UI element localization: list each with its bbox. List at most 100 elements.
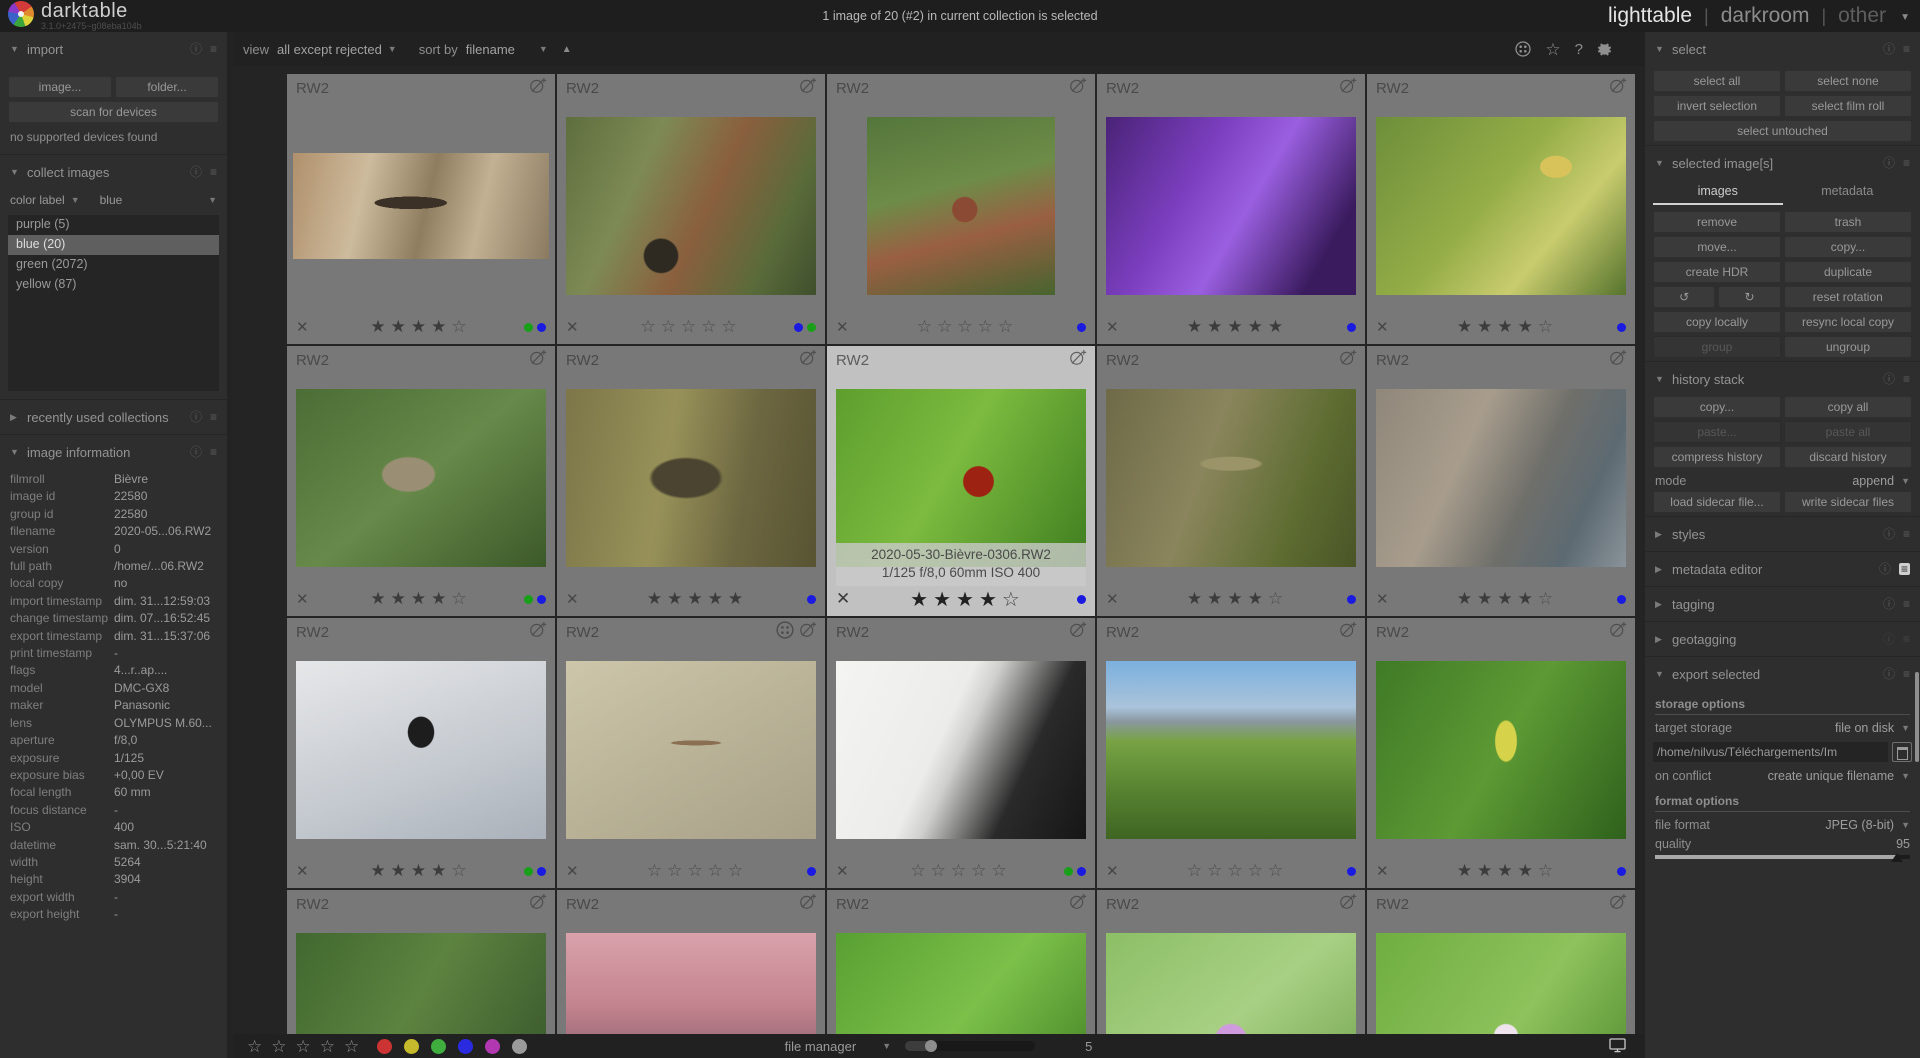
star-icon[interactable]: ☆ [661, 317, 681, 336]
reset-icon[interactable]: ⓘ [190, 43, 202, 55]
photo-thumbnail-bird-over-cliff[interactable] [293, 153, 549, 259]
photo-thumbnail-butterfly-shrub[interactable] [1376, 117, 1626, 295]
star-rating[interactable]: ☆☆☆☆☆ [858, 861, 1064, 881]
star-rating[interactable]: ★★★★☆ [1398, 317, 1617, 337]
create-hdr-button[interactable]: create HDR [1653, 261, 1781, 283]
presets-icon[interactable]: ≡ [210, 446, 217, 458]
star-icon[interactable]: ☆ [721, 317, 741, 336]
group-indicator-icon[interactable] [776, 621, 794, 644]
star-icon[interactable]: ★ [1497, 317, 1517, 336]
reject-icon[interactable]: ✕ [836, 589, 858, 609]
altered-indicator-icon[interactable] [1068, 892, 1087, 916]
color-label-button[interactable] [404, 1039, 419, 1054]
chevron-down-icon[interactable]: ▼ [71, 195, 80, 205]
star-icon[interactable]: ★ [708, 589, 728, 608]
star-icon[interactable]: ☆ [708, 861, 728, 880]
star-icon[interactable]: ☆ [917, 317, 937, 336]
reset-icon[interactable]: ⓘ [190, 446, 202, 458]
color-label-button[interactable] [377, 1039, 392, 1054]
history-stack-section-header[interactable]: ▼ history stack ⓘ ≡ [1645, 364, 1920, 394]
reject-icon[interactable]: ✕ [566, 862, 588, 880]
star-icon[interactable]: ★ [370, 589, 390, 608]
photo-thumbnail-garden-sculptures[interactable] [566, 117, 816, 295]
reject-icon[interactable]: ✕ [296, 590, 318, 608]
star-icon[interactable]: ★ [1207, 589, 1227, 608]
reject-icon[interactable]: ✕ [836, 318, 858, 336]
presets-icon[interactable]: ≡ [1903, 668, 1910, 680]
thumbnail-cell[interactable]: RW2✕★★★★☆ [287, 346, 555, 616]
reject-icon[interactable]: ✕ [296, 862, 318, 880]
altered-indicator-icon[interactable] [798, 76, 817, 100]
star-icon[interactable]: ☆ [681, 317, 701, 336]
thumbnail-cell[interactable]: RW2✕☆☆☆☆☆ [287, 890, 555, 1034]
presets-icon[interactable]: ≡ [1903, 528, 1910, 540]
tab-images[interactable]: images [1653, 180, 1783, 205]
preferences-gear-icon[interactable] [1597, 42, 1612, 57]
altered-indicator-icon[interactable] [798, 620, 817, 644]
zoom-slider-knob[interactable] [925, 1040, 937, 1052]
altered-indicator-icon[interactable] [798, 892, 817, 916]
reset-icon[interactable]: ⓘ [190, 166, 202, 178]
presets-icon[interactable]: ≡ [210, 43, 217, 55]
filter-star-icon[interactable]: ☆ [320, 1038, 335, 1055]
selected-images-section-header[interactable]: ▼ selected image[s] ⓘ ≡ [1645, 148, 1920, 178]
select-section-header[interactable]: ▼ select ⓘ ≡ [1645, 34, 1920, 64]
star-icon[interactable]: ☆ [931, 861, 951, 880]
sort-field-dropdown[interactable]: filename ▼ [466, 42, 548, 57]
star-icon[interactable]: ★ [647, 589, 667, 608]
photo-thumbnail-duck-on-water[interactable] [566, 389, 816, 567]
photo-thumbnail-butterfly-on-green[interactable] [836, 933, 1086, 1034]
star-rating[interactable]: ☆☆☆☆☆ [858, 317, 1077, 337]
reject-icon[interactable]: ✕ [296, 318, 318, 336]
collect-list-item[interactable]: purple (5) [8, 215, 219, 235]
star-icon[interactable]: ☆ [951, 861, 971, 880]
sort-direction-icon[interactable]: ▲ [562, 44, 572, 55]
altered-indicator-icon[interactable] [1338, 348, 1357, 372]
star-icon[interactable]: ☆ [1268, 589, 1288, 608]
reject-icon[interactable]: ✕ [566, 318, 588, 336]
history-copy-button[interactable]: copy... [1653, 396, 1781, 418]
star-icon[interactable]: ★ [1248, 317, 1268, 336]
reject-icon[interactable]: ✕ [1106, 590, 1128, 608]
photo-thumbnail-stone-house-aerial[interactable] [296, 389, 546, 567]
color-label-button[interactable] [458, 1039, 473, 1054]
altered-indicator-icon[interactable] [1608, 892, 1627, 916]
star-icon[interactable]: ☆ [701, 317, 721, 336]
star-icon[interactable]: ★ [956, 589, 979, 611]
reset-icon[interactable]: ⓘ [1883, 43, 1895, 55]
altered-indicator-icon[interactable] [1068, 620, 1087, 644]
star-icon[interactable]: ★ [391, 317, 411, 336]
export-selected-section-header[interactable]: ▼ export selected ⓘ ≡ [1645, 659, 1920, 689]
star-icon[interactable]: ★ [431, 317, 451, 336]
filter-star-icon[interactable]: ☆ [247, 1038, 262, 1055]
invert-selection-button[interactable]: invert selection [1653, 95, 1781, 117]
star-icon[interactable]: ★ [1497, 589, 1517, 608]
reject-icon[interactable]: ✕ [1376, 318, 1398, 336]
presets-icon[interactable]: ≡ [1903, 157, 1910, 169]
export-path-input[interactable]: /home/nilvus/Téléchargements/Im [1653, 742, 1888, 762]
collect-list-item[interactable]: green (2072) [8, 255, 219, 275]
metadata-editor-section-header[interactable]: ▶ metadata editor ⓘ ≡ [1645, 554, 1920, 584]
history-paste-button[interactable]: paste... [1653, 421, 1781, 443]
reset-icon[interactable]: ⓘ [1879, 563, 1891, 575]
quality-slider-knob[interactable] [1891, 853, 1903, 862]
star-icon[interactable]: ★ [667, 589, 687, 608]
remove-button[interactable]: remove [1653, 211, 1781, 233]
star-icon[interactable]: ☆ [1538, 861, 1558, 880]
discard-history-button[interactable]: discard history [1784, 446, 1912, 468]
star-icon[interactable]: ☆ [687, 861, 707, 880]
view-filter-dropdown[interactable]: all except rejected ▼ [277, 42, 397, 57]
rotate-ccw-button[interactable]: ↺ [1653, 286, 1715, 308]
star-icon[interactable]: ★ [431, 861, 451, 880]
star-icon[interactable]: ★ [391, 589, 411, 608]
history-paste-all-button[interactable]: paste all [1784, 421, 1912, 443]
altered-indicator-icon[interactable] [798, 348, 817, 372]
rotate-cw-button[interactable]: ↻ [1718, 286, 1780, 308]
photo-thumbnail-white-blossoms[interactable] [1376, 933, 1626, 1034]
mode-other[interactable]: other [1838, 4, 1886, 28]
copy-button[interactable]: copy... [1784, 236, 1912, 258]
star-icon[interactable]: ★ [411, 317, 431, 336]
help-icon[interactable]: ? [1575, 42, 1583, 57]
thumbnail-cell[interactable]: RW2✕★★★★☆ [287, 74, 555, 344]
star-icon[interactable]: ★ [1477, 861, 1497, 880]
